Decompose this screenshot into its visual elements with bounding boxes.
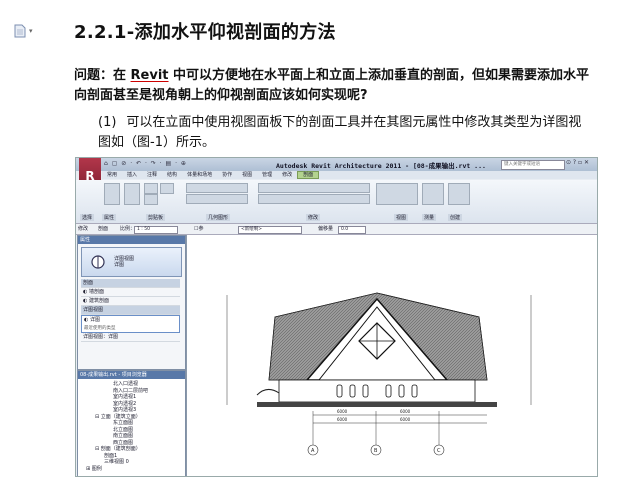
- drawing-viewport: 6000 6000 6000 6000 A B C: [186, 235, 597, 476]
- question-keyword: Revit: [130, 68, 169, 83]
- reference-checkbox-label: ☐ 参照其他视图: [194, 226, 204, 282]
- group-label-geometry: 几何图形: [206, 214, 231, 221]
- properties-panel: 属性 详图视图 详图 剖面 ◐ 墙剖面 ◐ 建筑剖面 详图视图 ◐ 详图 最近使用…: [77, 235, 186, 370]
- type-list: 剖面 ◐ 墙剖面 ◐ 建筑剖面 详图视图 ◐ 详图 最近使用的类型 详图视图：详图: [81, 279, 180, 342]
- dim-label-3: 6000: [337, 417, 348, 422]
- group-label-create: 创建: [448, 214, 463, 221]
- ribbon-tab: 剖面: [297, 171, 320, 179]
- detail-view-icon: [91, 255, 105, 269]
- options-bar: 修改 剖面 比例： 1 : 50 ☐ 参照其他视图 <新绘制> 偏移量 0.0: [76, 224, 597, 282]
- project-browser: 08-成果输出.rvt - 项目浏览器 北入口透视 南入口二层前吧 室内透视1 室内透…: [77, 370, 186, 476]
- ground-line: [257, 402, 497, 407]
- page-title: 2.2.1-添加水平仰视剖面的方法: [74, 22, 336, 43]
- elevation-drawing: 6000 6000 6000 6000 A B C: [226, 292, 532, 456]
- facade-wall: [278, 379, 476, 403]
- type-group-detail-view: 详图视图: [81, 306, 180, 315]
- offset-field: 0.0: [338, 226, 366, 234]
- group-label-clipboard: 剪贴板: [146, 214, 166, 221]
- type-wall-section: ◐ 墙剖面: [81, 288, 180, 297]
- dim-label-2: 6000: [400, 409, 411, 414]
- geometry-tools: [186, 183, 248, 193]
- scale-label: 比例：: [120, 226, 136, 232]
- dim-label-1: 6000: [337, 409, 348, 414]
- document-icon: [14, 24, 26, 38]
- question-text: 问题：在 Revit 中可以方便地在水平面上和立面上添加垂直的剖面，但如果需要添…: [74, 66, 594, 106]
- step-line-1: 可以在立面中使用视图面板下的剖面工具并在其图元属性中修改其类型为详图视: [126, 115, 582, 130]
- step-line-2: 图如（图-1）所示。: [98, 135, 215, 150]
- options-section-label: 剖面: [98, 226, 109, 232]
- type-detail-selected: ◐ 详图 最近使用的类型: [81, 315, 180, 333]
- search-input: 键入关键字或短语: [501, 160, 565, 170]
- ribbon-tab: 协作: [222, 172, 233, 178]
- step-number: (1): [98, 115, 117, 130]
- ribbon-tab: 结构: [167, 172, 178, 178]
- app-title: Autodesk Revit Architecture 2011 - [08-成…: [276, 162, 486, 170]
- options-modify-label: 修改: [78, 226, 89, 232]
- group-label-properties: 属性: [102, 214, 117, 221]
- step-paragraph: (1) 可以在立面中使用视图面板下的剖面工具并在其图元属性中修改其类型为详图视 图…: [98, 113, 588, 153]
- paste-tool-icon: [144, 183, 158, 194]
- project-browser-header: 08-成果输出.rvt - 项目浏览器: [78, 371, 185, 379]
- properties-tool-icon: [124, 183, 140, 205]
- ribbon-tab: 注释: [147, 172, 158, 178]
- dim-label-4: 6000: [400, 417, 411, 422]
- chevron-down-icon: ▾: [29, 27, 33, 35]
- grid-label-a: A: [311, 448, 315, 454]
- modify-tools-row2: [258, 194, 370, 204]
- copy-tool-icon: [144, 194, 158, 205]
- type-selector: 详图视图 详图: [81, 247, 182, 277]
- view-tools: [376, 183, 418, 205]
- revit-screenshot-figure: ⌂ ▢ ⊘ · ↶ · ↷ · ▤ · ⊕ Autodesk Revit Arc…: [75, 157, 598, 477]
- measure-tools: [422, 183, 444, 205]
- cut-tool-icon: [160, 183, 174, 194]
- grid-label-c: C: [437, 448, 441, 454]
- type-current: 详图视图：详图: [81, 333, 180, 342]
- type-group-section: 剖面: [81, 279, 180, 288]
- group-label-modify: 修改: [306, 214, 321, 221]
- browser-tree-item: ⊞ 图例: [86, 465, 102, 472]
- ribbon-tab: 体量和场地: [187, 172, 213, 178]
- group-label-measure: 测量: [422, 214, 437, 221]
- scale-field: 1 : 50: [134, 226, 178, 234]
- create-tools: [448, 183, 470, 205]
- browser-tree: 北入口透视 南入口二层前吧 室内透视1 室内透视2 室内透视3 ⊟ 立面（建筑立面） 东立面…: [80, 381, 148, 472]
- app-titlebar: ⌂ ▢ ⊘ · ↶ · ↷ · ▤ · ⊕ Autodesk Revit Arc…: [76, 158, 597, 171]
- ribbon-tab: 视图: [242, 172, 253, 178]
- quick-access-toolbar: ⌂ ▢ ⊘ · ↶ · ↷ · ▤ · ⊕: [104, 160, 187, 167]
- geometry-tools-row2: [186, 194, 248, 204]
- group-label-view: 视图: [394, 214, 409, 221]
- ribbon-tab: 常用: [107, 172, 118, 178]
- window-controls: ⊙ ? ▫ ✕: [566, 159, 590, 166]
- type-subname: 详图: [114, 262, 125, 268]
- question-prefix: 问题：在: [74, 68, 131, 83]
- reference-field: <新绘制>: [238, 226, 302, 234]
- offset-label: 偏移量: [318, 226, 334, 232]
- properties-header: 属性: [78, 236, 185, 244]
- ribbon: 选择 属性 剪贴板 几何图形 修改 视图 测量 创建: [76, 180, 597, 224]
- ribbon-tab: 修改: [282, 172, 293, 178]
- ribbon-tab: 插入: [127, 172, 138, 178]
- ribbon-tab: 管理: [262, 172, 273, 178]
- modify-tools: [258, 183, 370, 193]
- grid-label-b: B: [374, 448, 378, 454]
- modify-tool-icon: [104, 183, 120, 205]
- ribbon-tabs: 常用 插入 注释 结构 体量和场地 协作 视图 管理 修改 剖面: [102, 171, 597, 179]
- type-building-section: ◐ 建筑剖面: [81, 297, 180, 306]
- group-label-select: 选择: [80, 214, 95, 221]
